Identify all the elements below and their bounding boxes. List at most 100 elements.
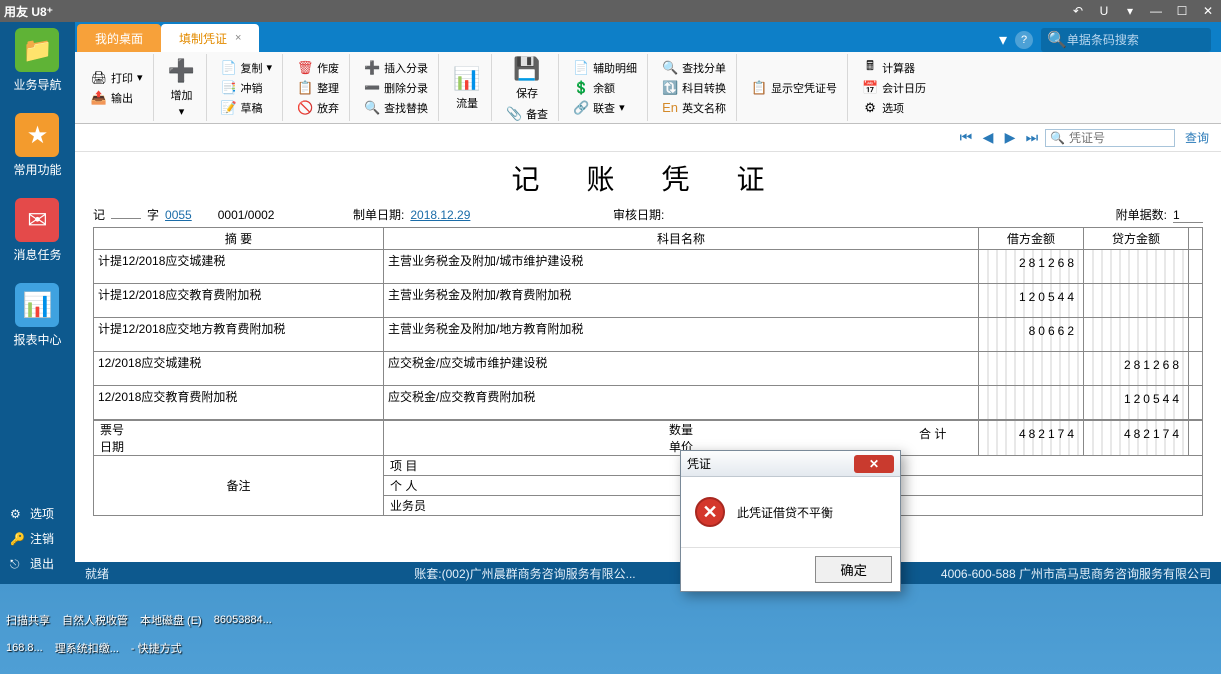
dialog-ok-button[interactable]: 确定 (815, 556, 892, 583)
barcode-input[interactable] (1067, 33, 1207, 47)
print-button[interactable]: 🖨打印 ▾ (87, 69, 147, 87)
save-button[interactable]: 💾保存 (509, 53, 545, 103)
rush-button[interactable]: 📑冲销 (217, 79, 277, 97)
subjconv-button[interactable]: 🔃科目转换 (658, 79, 730, 97)
abandon-button[interactable]: 🚫放弃 (293, 99, 343, 117)
sidebar-logout[interactable]: 🔑注销 (0, 526, 75, 551)
delline-button[interactable]: ➖删除分录 (360, 79, 432, 97)
print-icon: 🖨 (91, 70, 107, 86)
insert-icon: ➕ (364, 60, 380, 76)
output-button[interactable]: 📤输出 (87, 89, 147, 107)
add-button[interactable]: ➕增加 ▾ (164, 55, 200, 120)
tab-voucher[interactable]: 填制凭证× (161, 24, 259, 52)
statusbar: 就绪 账套:(002)广州晨群商务咨询服务有限公... 4006-600-588… (75, 562, 1221, 584)
findv-button[interactable]: 🔍查找分单 (658, 59, 730, 77)
error-icon: ✕ (695, 497, 725, 527)
dialog-title: 凭证 (687, 455, 711, 472)
col-credit: 贷方金额 (1084, 228, 1189, 250)
tidy-button[interactable]: 📋整理 (293, 79, 343, 97)
sidebar-item-report[interactable]: 📊报表中心 (13, 283, 61, 348)
sidebar-exit[interactable]: ⎋退出 (0, 551, 75, 576)
gear-icon: ⚙ (10, 507, 24, 521)
sidebar: 📁业务导航 ★常用功能 ✉消息任务 📊报表中心 ⚙选项 🔑注销 ⎋退出 (0, 22, 75, 584)
undo-button[interactable]: ↶ (1069, 3, 1087, 19)
tabbar-dd[interactable]: ▾ (999, 30, 1007, 50)
make-date[interactable]: 2018.12.29 (410, 208, 470, 222)
void-button[interactable]: 🗑作废 (293, 59, 343, 77)
last-button[interactable]: ⏭ (1023, 129, 1041, 147)
voucher-title: 记 账 凭 证 (93, 158, 1203, 198)
bal-button[interactable]: 💲余额 (569, 79, 641, 97)
chart-icon: 📊 (15, 283, 59, 327)
voucher-area: 记 账 凭 证 记 字 0055 0001/0002 制单日期: 2018.12… (75, 152, 1221, 562)
voucher-no-search[interactable]: 🔍 (1045, 129, 1175, 147)
findrep-button[interactable]: 🔍查找替换 (360, 99, 432, 117)
voucher-no-input[interactable] (1069, 131, 1165, 145)
enname-button[interactable]: En英文名称 (658, 99, 730, 117)
search-icon: 🔍 (1050, 131, 1065, 145)
copy-button[interactable]: 📄复制 ▾ (217, 59, 277, 77)
u-button[interactable]: U (1095, 3, 1113, 19)
link-button[interactable]: 🔗联查 ▾ (569, 99, 641, 117)
opt-button[interactable]: ⚙选项 (858, 99, 930, 117)
check-button[interactable]: 📎备查 (502, 105, 552, 123)
draft-button[interactable]: 📝草稿 (217, 99, 277, 117)
mail-icon: ✉ (15, 198, 59, 242)
app-title: 用友 U8⁺ (4, 3, 53, 20)
caldiary-button[interactable]: 📅会计日历 (858, 79, 930, 97)
insline-button[interactable]: ➕插入分录 (360, 59, 432, 77)
add-icon: ➕ (168, 57, 196, 85)
draft-icon: 📝 (221, 100, 237, 116)
calc-button[interactable]: 🖩计算器 (858, 59, 930, 77)
sidebar-item-fav[interactable]: ★常用功能 (13, 113, 61, 178)
voucher-grid[interactable]: 摘 要 科目名称 借方金额 贷方金额 计提12/2018应交城建税主营业务税金及… (93, 227, 1203, 420)
help-button[interactable]: ? (1015, 31, 1033, 49)
conv-icon: 🔃 (662, 80, 678, 96)
sidebar-item-nav[interactable]: 📁业务导航 (13, 28, 61, 93)
folder-icon: 📁 (15, 28, 59, 72)
first-button[interactable]: ⏮ (957, 129, 975, 147)
table-row[interactable]: 计提12/2018应交城建税主营业务税金及附加/城市维护建设税281268 (94, 250, 1203, 284)
tab-close-icon[interactable]: × (235, 32, 241, 44)
attach-count[interactable]: 1 (1173, 208, 1203, 223)
showempty-button[interactable]: 📋显示空凭证号 (747, 79, 841, 97)
status-mid: 账套:(002)广州晨群商务咨询服务有限公... (414, 565, 635, 582)
dialog-message: 此凭证借贷不平衡 (737, 504, 833, 521)
flow-button[interactable]: 📊流量 (449, 63, 485, 113)
next-button[interactable]: ▶ (1001, 129, 1019, 147)
query-button[interactable]: 查询 (1185, 129, 1209, 146)
prev-button[interactable]: ◀ (979, 129, 997, 147)
voucher-header: 记 字 0055 0001/0002 制单日期: 2018.12.29 审核日期… (93, 206, 1203, 223)
sidebar-item-msg[interactable]: ✉消息任务 (13, 198, 61, 263)
titlebar: 用友 U8⁺ ↶ U ▾ — ☐ ✕ (0, 0, 1221, 22)
aux-button[interactable]: 📄辅助明细 (569, 59, 641, 77)
col-summary: 摘 要 (94, 228, 384, 250)
cal-icon: 📅 (862, 80, 878, 96)
tab-desktop[interactable]: 我的桌面 (77, 24, 161, 52)
link-icon: 🔗 (573, 100, 589, 116)
min-button[interactable]: — (1147, 3, 1165, 19)
nav-row: ⏮ ◀ ▶ ⏭ 🔍 查询 (75, 124, 1221, 152)
dialog-close[interactable]: ✕ (854, 455, 894, 473)
desktop-area: 扫描共享 自然人税收管 本地磁盘 (E) 86053884... 168.8..… (0, 606, 1221, 674)
calc-icon: 🖩 (862, 60, 878, 76)
table-row[interactable]: 计提12/2018应交地方教育费附加税主营业务税金及附加/地方教育附加税8066… (94, 318, 1203, 352)
tidy-icon: 📋 (297, 80, 313, 96)
table-row[interactable]: 12/2018应交城建税应交税金/应交城市维护建设税281268 (94, 352, 1203, 386)
max-button[interactable]: ☐ (1173, 3, 1191, 19)
ribbon: 🖨打印 ▾ 📤输出 ➕增加 ▾ 📄复制 ▾ 📑冲销 📝草稿 🗑作废 📋整理 🚫放… (75, 52, 1221, 124)
status-left: 就绪 (85, 565, 109, 582)
bal-icon: 💲 (573, 80, 589, 96)
voucher-no[interactable]: 0055 (165, 208, 192, 222)
table-row[interactable]: 计提12/2018应交教育费附加税主营业务税金及附加/教育费附加税120544 (94, 284, 1203, 318)
aux-icon: 📄 (573, 60, 589, 76)
star-icon: ★ (15, 113, 59, 157)
barcode-search[interactable]: 🔍 (1041, 28, 1211, 52)
dd-button[interactable]: ▾ (1121, 3, 1139, 19)
tabbar: 我的桌面 填制凭证× ▾ ? 🔍 (75, 22, 1221, 52)
save-icon: 💾 (513, 55, 541, 83)
table-row[interactable]: 12/2018应交教育费附加税应交税金/应交教育费附加税120544 (94, 386, 1203, 420)
sidebar-options[interactable]: ⚙选项 (0, 501, 75, 526)
opt-icon: ⚙ (862, 100, 878, 116)
close-button[interactable]: ✕ (1199, 3, 1217, 19)
